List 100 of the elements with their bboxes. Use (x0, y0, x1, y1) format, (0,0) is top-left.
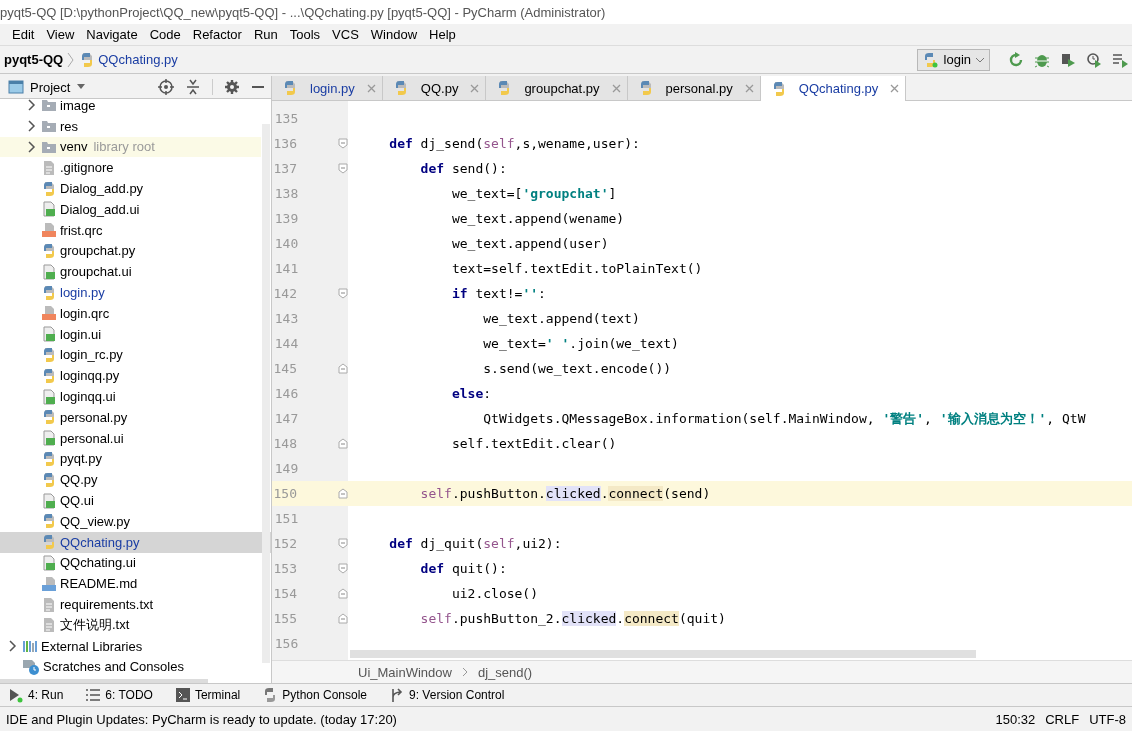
tree-item[interactable]: 文件说明.txt (0, 614, 261, 636)
code-text: def dj_quit(self,ui2): (388, 536, 562, 551)
code-text: if text!='': (450, 286, 546, 301)
fold-marker-icon[interactable] (338, 588, 348, 599)
tool-window-button[interactable]: Terminal (174, 687, 241, 703)
fold-marker-icon[interactable] (338, 438, 348, 449)
locate-icon[interactable] (158, 79, 174, 95)
tree-item[interactable]: QQchating.py (0, 531, 271, 553)
fold-marker-icon[interactable] (338, 138, 348, 149)
tree-item[interactable]: groupchat.py (0, 240, 261, 262)
tree-item[interactable]: login.py (0, 282, 261, 303)
fold-marker-icon[interactable] (338, 363, 348, 374)
tree-item[interactable]: personal.ui (0, 427, 261, 449)
fold-marker-icon[interactable] (338, 538, 348, 549)
tree-item[interactable]: loginqq.ui (0, 386, 261, 407)
breadcrumb-item[interactable]: Ui_MainWindow (358, 664, 452, 680)
run-configuration-dropdown[interactable]: login (916, 48, 990, 71)
library-icon (22, 639, 38, 654)
menu-item[interactable]: Refactor (192, 27, 248, 42)
scrollbar[interactable] (0, 679, 208, 683)
fold-marker-icon[interactable] (338, 288, 348, 299)
line-separator[interactable]: CRLF (1045, 711, 1080, 727)
menu-item[interactable]: Navigate (86, 27, 144, 42)
editor-tab[interactable]: groupchat.py (486, 76, 628, 100)
tree-item[interactable]: frist.qrc (0, 219, 261, 241)
file-encoding[interactable]: UTF-8 (1089, 711, 1126, 727)
menu-item[interactable]: Tools (289, 27, 327, 42)
cursor-position[interactable]: 150:32 (995, 711, 1036, 727)
tool-window-button[interactable]: 9: Version Control (389, 687, 505, 703)
fold-marker-icon[interactable] (338, 613, 348, 624)
line-number: 147 (273, 411, 299, 426)
line-number: 144 (273, 336, 299, 351)
code-text: we_text.append(user) (450, 236, 609, 251)
project-crumb[interactable]: pyqt5-QQ (4, 52, 64, 67)
close-icon[interactable] (470, 83, 480, 93)
close-icon[interactable] (890, 84, 900, 93)
breadcrumb-item[interactable]: dj_send() (477, 664, 533, 680)
line-number: 138 (273, 186, 299, 201)
code-text: self.pushButton_2.clicked.connect(quit) (419, 611, 726, 626)
tree-item[interactable]: image (0, 99, 261, 116)
line-number: 137 (272, 161, 297, 176)
menu-item[interactable]: Edit (12, 27, 41, 42)
tree-item[interactable]: personal.py (0, 406, 261, 428)
scrollbar[interactable] (262, 124, 270, 663)
tree-item[interactable]: res (0, 115, 261, 137)
tree-item[interactable]: QQ_view.py (0, 510, 261, 532)
menu-item[interactable]: Run (253, 27, 284, 42)
breadcrumb-separator-icon (67, 51, 76, 68)
tree-item[interactable]: login_rc.py (0, 344, 261, 366)
tree-item[interactable]: .gitignore (0, 157, 261, 179)
tool-window-button[interactable]: 4: Run (8, 687, 64, 703)
run-icon (8, 687, 24, 703)
code-text: QtWidgets.QMessageBox.information(self.MainWindow, '警告', '输入消息为空！', QtW (482, 409, 1086, 428)
fold-marker-icon[interactable] (338, 563, 348, 574)
menu-item[interactable]: Code (149, 27, 187, 42)
editor-tab[interactable]: QQ.py (382, 76, 487, 100)
tree-item[interactable]: login.qrc (0, 302, 261, 324)
menu-item[interactable]: Help (429, 27, 462, 42)
run-list-icon[interactable] (1112, 51, 1128, 68)
fold-marker-icon[interactable] (338, 488, 348, 499)
tool-window-button[interactable]: 6: TODO (85, 687, 153, 703)
tree-item[interactable]: QQchating.ui (0, 552, 261, 574)
file-crumb[interactable]: QQchating.py (79, 51, 178, 68)
tree-item[interactable]: Scratches and Consoles (0, 656, 261, 678)
tree-item[interactable]: requirements.txt (0, 594, 261, 615)
tree-item[interactable]: login.ui (0, 323, 261, 345)
python-file-icon (282, 80, 298, 96)
tree-item[interactable]: pyqt.py (0, 448, 261, 470)
close-icon[interactable] (366, 83, 376, 93)
code-text: else: (450, 386, 492, 401)
folder-icon (41, 99, 57, 113)
editor-tab[interactable]: personal.py (627, 76, 761, 100)
coverage-icon[interactable] (1060, 51, 1076, 68)
tree-item[interactable]: README.md (0, 573, 261, 595)
fold-marker-icon[interactable] (338, 163, 348, 174)
tree-item[interactable]: QQ.py (0, 469, 261, 491)
menu-item[interactable]: View (46, 27, 81, 42)
python-file-icon (41, 534, 57, 551)
menu-item[interactable]: VCS (332, 27, 365, 42)
rerun-icon[interactable] (1008, 51, 1024, 68)
scrollbar[interactable] (350, 650, 976, 658)
settings-icon[interactable] (224, 79, 240, 95)
editor-tab[interactable]: login.py (272, 76, 383, 100)
tree-item[interactable]: loginqq.py (0, 365, 261, 387)
profiler-icon[interactable] (1086, 51, 1102, 68)
collapse-all-icon[interactable] (185, 79, 201, 95)
close-icon[interactable] (744, 83, 754, 93)
line-number: 153 (272, 561, 297, 576)
tree-item[interactable]: venv library root (0, 136, 261, 158)
line-number: 142 (272, 286, 297, 301)
tree-item[interactable]: Dialog_add.py (0, 178, 261, 199)
tree-item[interactable]: QQ.ui (0, 490, 261, 511)
tool-window-button[interactable]: Python Console (262, 687, 368, 703)
editor-tab[interactable]: QQchating.py (760, 76, 907, 101)
tree-item[interactable]: Dialog_add.ui (0, 199, 261, 220)
close-icon[interactable] (611, 83, 621, 93)
tree-item[interactable]: External Libraries (0, 635, 261, 657)
python-file-icon (41, 284, 57, 301)
menu-item[interactable]: Window (370, 27, 424, 42)
tree-item[interactable]: groupchat.ui (0, 261, 261, 283)
